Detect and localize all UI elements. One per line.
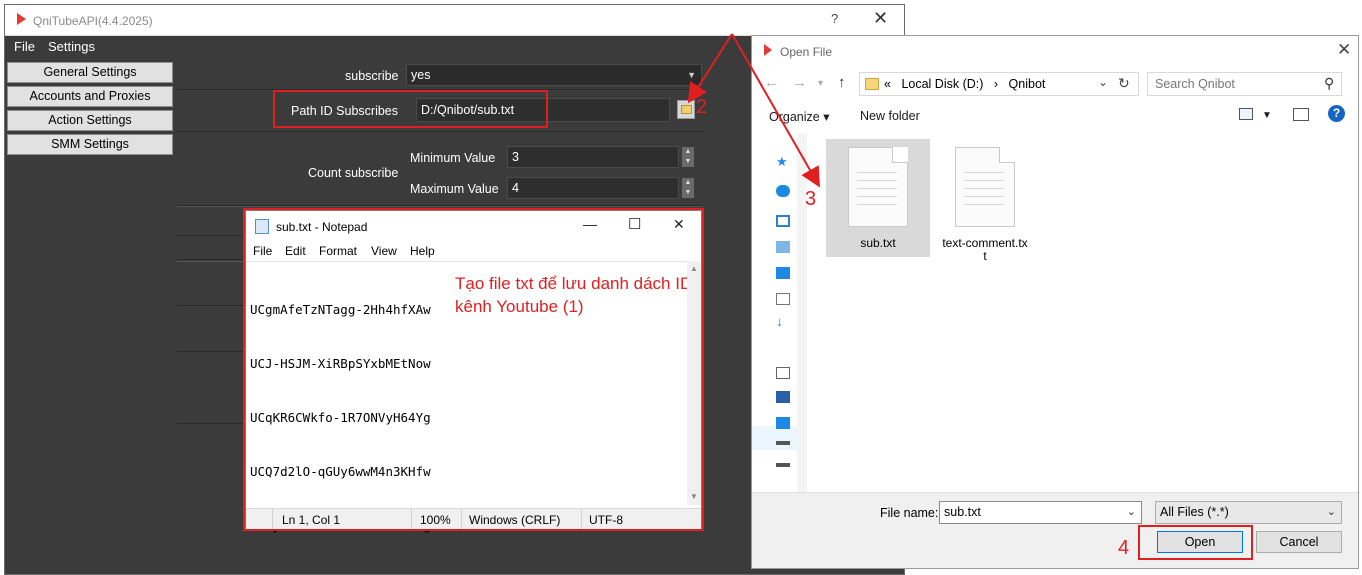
subscribe-label: subscribe — [345, 69, 399, 83]
sidebar-smm-settings[interactable]: SMM Settings — [7, 134, 173, 155]
breadcrumb-separator: › — [993, 77, 999, 91]
breadcrumb: « Local Disk (D:) › Qnibot — [884, 77, 1045, 91]
nav-scrollbar[interactable] — [797, 133, 807, 492]
step-3-label: 3 — [805, 188, 817, 210]
file-name-value: sub.txt — [944, 505, 981, 519]
file-name-label: File name: — [880, 506, 939, 520]
app-logo-icon — [764, 44, 772, 56]
help-button[interactable]: ? — [831, 11, 838, 26]
row-divider — [177, 206, 702, 207]
count-subscribe-label: Count subscribe — [308, 166, 399, 180]
file-name: sub.txt — [860, 236, 896, 250]
minimum-value: 3 — [512, 150, 519, 164]
forward-arrow-icon[interactable]: → — [792, 74, 807, 91]
minimum-value-label: Minimum Value — [410, 151, 496, 165]
dialog-footer: File name: sub.txt ⌄ All Files (*.*) ⌄ O… — [752, 492, 1358, 568]
chevron-down-icon: ⌄ — [1326, 506, 1336, 518]
subscribe-value: yes — [411, 68, 431, 82]
pictures-icon[interactable] — [776, 367, 790, 379]
organize-button[interactable]: Organize ▾ — [769, 109, 829, 124]
highlight-path-field — [273, 90, 548, 128]
videos-icon[interactable] — [776, 391, 790, 403]
app-title: QniTubeAPI(4.4.2025) — [33, 14, 153, 28]
chevron-down-icon[interactable]: ⌄ — [1127, 502, 1136, 523]
breadcrumb-overflow[interactable]: « — [884, 77, 891, 91]
navigation-pane: ★ ↓ — [752, 133, 807, 492]
minimum-spinner[interactable]: ▲ ▼ — [682, 147, 694, 167]
app-titlebar: QniTubeAPI(4.4.2025) ? ✕ — [5, 5, 904, 36]
step-4-label: 4 — [1118, 537, 1130, 559]
dialog-title: Open File — [780, 45, 833, 59]
file-type-select[interactable]: All Files (*.*) ⌄ — [1155, 501, 1342, 524]
sidebar-accounts-proxies[interactable]: Accounts and Proxies — [7, 86, 173, 107]
documents-icon[interactable] — [776, 293, 790, 305]
arrow-up-icon[interactable]: ▲ — [682, 147, 694, 157]
row-divider — [177, 131, 702, 132]
file-item-text-comment[interactable]: text-comment.txt — [933, 139, 1037, 263]
maximum-spinner[interactable]: ▲ ▼ — [682, 178, 694, 198]
recent-chevron-icon[interactable]: ▾ — [818, 78, 823, 89]
objects-icon[interactable] — [776, 241, 790, 253]
file-name-input[interactable]: sub.txt ⌄ — [939, 501, 1142, 524]
maximum-value-input[interactable]: 4 — [507, 177, 679, 199]
maximum-value: 4 — [512, 181, 519, 195]
close-icon[interactable]: ✕ — [1337, 40, 1351, 60]
windows-drive-icon[interactable] — [776, 417, 790, 429]
sidebar-action-settings[interactable]: Action Settings — [7, 110, 173, 131]
search-box[interactable]: Search Qnibot ⚲ — [1147, 72, 1342, 96]
quick-access-icon[interactable]: ★ — [776, 154, 790, 169]
chevron-down-icon: ▼ — [687, 70, 696, 80]
view-options-icon[interactable] — [1239, 108, 1253, 120]
file-list: sub.txt text-comment.txt — [808, 133, 1358, 492]
highlight-notepad — [243, 208, 704, 531]
refresh-icon[interactable]: ↻ — [1118, 75, 1130, 92]
browse-button[interactable] — [677, 100, 695, 119]
arrow-up-icon[interactable]: ▲ — [682, 178, 694, 188]
menu-file[interactable]: File — [14, 39, 35, 54]
address-bar[interactable]: « Local Disk (D:) › Qnibot ⌄ ↻ — [859, 72, 1139, 96]
arrow-down-icon[interactable]: ▼ — [682, 157, 694, 167]
sidebar-general-settings[interactable]: General Settings — [7, 62, 173, 83]
breadcrumb-qnibot[interactable]: Qnibot — [1009, 77, 1046, 91]
up-arrow-icon[interactable]: ↑ — [838, 74, 846, 91]
cancel-button[interactable]: Cancel — [1256, 531, 1342, 553]
back-arrow-icon[interactable]: ← — [764, 74, 779, 91]
desktop-icon[interactable] — [776, 267, 790, 279]
subscribe-select[interactable]: yes ▼ — [406, 64, 702, 86]
breadcrumb-local-disk[interactable]: Local Disk (D:) — [901, 77, 983, 91]
downloads-icon[interactable]: ↓ — [776, 313, 790, 329]
search-placeholder: Search Qnibot — [1155, 77, 1235, 91]
step-2-label: 2 — [696, 96, 708, 118]
dialog-toolbar: Organize ▾ New folder ▼ ? — [752, 100, 1358, 132]
chevron-down-icon[interactable]: ⌄ — [1098, 75, 1108, 89]
search-icon[interactable]: ⚲ — [1324, 75, 1334, 92]
file-item-sub[interactable]: sub.txt — [826, 139, 930, 257]
drive-icon[interactable] — [776, 441, 790, 445]
drive-icon[interactable] — [776, 463, 790, 467]
menu-settings[interactable]: Settings — [48, 39, 95, 54]
new-folder-button[interactable]: New folder — [860, 109, 920, 123]
file-name: text-comment.txt — [942, 236, 1028, 263]
folder-icon — [865, 78, 879, 90]
text-file-icon — [955, 147, 1015, 227]
maximum-value-label: Maximum Value — [410, 182, 499, 196]
highlight-open-button — [1138, 525, 1253, 560]
minimum-value-input[interactable]: 3 — [507, 146, 679, 168]
onedrive-icon[interactable] — [776, 185, 790, 197]
dialog-titlebar: Open File ✕ — [752, 36, 1358, 66]
app-logo-icon — [15, 12, 28, 27]
dialog-navbar: ← → ▾ ↑ « Local Disk (D:) › Qnibot ⌄ ↻ S… — [752, 66, 1358, 100]
this-pc-icon[interactable] — [776, 215, 790, 227]
app-close-button[interactable]: ✕ — [873, 8, 888, 29]
text-file-icon — [848, 147, 908, 227]
preview-pane-icon[interactable] — [1293, 108, 1309, 121]
file-type-value: All Files (*.*) — [1160, 505, 1229, 519]
folder-icon — [681, 105, 692, 114]
help-icon[interactable]: ? — [1328, 105, 1345, 122]
arrow-down-icon[interactable]: ▼ — [682, 188, 694, 198]
open-file-dialog: Open File ✕ ← → ▾ ↑ « Local Disk (D:) › … — [751, 35, 1359, 569]
chevron-down-icon[interactable]: ▼ — [1262, 110, 1272, 121]
